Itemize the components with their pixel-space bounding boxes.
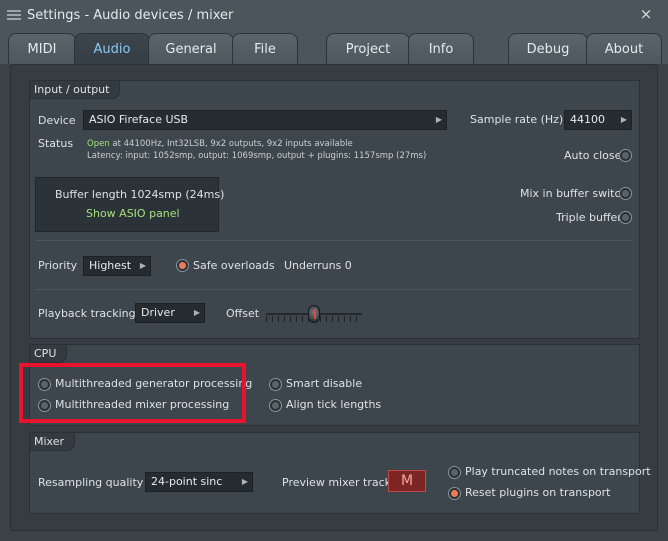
triple-buffer-label: Triple buffer xyxy=(556,211,622,224)
safe-overloads-label: Safe overloads xyxy=(193,259,275,272)
window-grip-icon xyxy=(7,8,21,22)
auto-close-label: Auto close xyxy=(564,149,622,162)
tab-audio[interactable]: Audio xyxy=(74,33,150,65)
play-truncated-notes-toggle[interactable] xyxy=(448,466,461,479)
status-open-text: Open xyxy=(87,139,110,149)
sample-rate-label: Sample rate (Hz) xyxy=(470,113,564,126)
resampling-quality-label: Resampling quality xyxy=(38,476,144,489)
close-icon[interactable]: × xyxy=(638,6,654,22)
title-bar: Settings - Audio devices / mixer × xyxy=(0,0,668,30)
show-asio-panel-link[interactable]: Show ASIO panel xyxy=(86,207,180,220)
smart-disable-label: Smart disable xyxy=(286,377,363,390)
align-tick-lengths-label: Align tick lengths xyxy=(286,398,382,411)
dropdown-arrow-icon: ▶ xyxy=(241,477,248,486)
resampling-quality-dropdown[interactable]: 24-point sinc ▶ xyxy=(145,472,253,492)
playback-tracking-label: Playback tracking xyxy=(38,307,136,320)
window-title: Settings - Audio devices / mixer xyxy=(27,7,234,23)
preview-mixer-track-label: Preview mixer track xyxy=(282,476,392,489)
dropdown-arrow-icon: ▶ xyxy=(435,115,442,124)
sample-rate-value: 44100 xyxy=(570,113,605,126)
priority-dropdown[interactable]: Highest ▶ xyxy=(83,256,151,276)
triple-buffer-toggle[interactable] xyxy=(619,211,632,224)
mix-in-buffer-switch-toggle[interactable] xyxy=(619,187,632,200)
status-line-2: Latency: input: 1052smp, output: 1069smp… xyxy=(87,151,427,161)
input-output-title: Input / output xyxy=(30,81,121,99)
priority-label: Priority xyxy=(38,259,78,272)
status-line-1: Open at 44100Hz, Int32LSB, 9x2 outputs, … xyxy=(87,139,353,149)
section-divider xyxy=(36,289,632,290)
tab-midi[interactable]: MIDI xyxy=(8,33,76,64)
device-label: Device xyxy=(38,114,76,127)
settings-panel: Input / output Device ASIO Fireface USB … xyxy=(10,64,658,531)
tab-strip: MIDI Audio General File Project Info Deb… xyxy=(0,30,668,65)
resampling-quality-value: 24-point sinc xyxy=(151,475,223,488)
device-dropdown[interactable]: ASIO Fireface USB ▶ xyxy=(83,110,447,130)
sample-rate-dropdown[interactable]: 44100 ▶ xyxy=(564,110,632,130)
cpu-title: CPU xyxy=(30,345,68,363)
playback-tracking-dropdown[interactable]: Driver ▶ xyxy=(135,303,205,323)
auto-close-toggle[interactable] xyxy=(619,149,632,162)
tab-general[interactable]: General xyxy=(148,33,234,64)
tab-project[interactable]: Project xyxy=(326,33,410,64)
reset-plugins-toggle[interactable] xyxy=(448,487,461,500)
mixer-title: Mixer xyxy=(30,433,76,451)
preview-mixer-track-button[interactable]: M xyxy=(388,470,426,492)
highlight-box xyxy=(19,363,246,423)
dropdown-arrow-icon: ▶ xyxy=(139,261,146,270)
tab-info[interactable]: Info xyxy=(408,33,474,64)
smart-disable-toggle[interactable] xyxy=(269,378,282,391)
mix-in-buffer-switch-label: Mix in buffer switch xyxy=(520,187,628,200)
tab-file[interactable]: File xyxy=(232,33,298,64)
mixer-section: Mixer Resampling quality 24-point sinc ▶… xyxy=(29,432,651,514)
dropdown-arrow-icon: ▶ xyxy=(620,115,627,124)
offset-label: Offset xyxy=(226,307,260,320)
safe-overloads-toggle[interactable] xyxy=(176,259,189,272)
reset-plugins-label: Reset plugins on transport xyxy=(465,486,611,499)
align-tick-lengths-toggle[interactable] xyxy=(269,399,282,412)
playback-tracking-value: Driver xyxy=(141,306,175,319)
device-value: ASIO Fireface USB xyxy=(89,113,189,126)
underruns-label: Underruns 0 xyxy=(284,259,352,272)
status-label: Status xyxy=(38,137,74,150)
offset-slider-knob[interactable] xyxy=(308,305,320,323)
section-divider xyxy=(36,240,632,241)
tab-debug[interactable]: Debug xyxy=(508,33,588,64)
input-output-section: Input / output Device ASIO Fireface USB … xyxy=(29,80,640,339)
buffer-length-text: Buffer length 1024smp (24ms) xyxy=(55,188,225,201)
tab-about[interactable]: About xyxy=(586,33,662,64)
buffer-panel[interactable]: Buffer length 1024smp (24ms) Show ASIO p… xyxy=(35,177,224,232)
dropdown-arrow-icon: ▶ xyxy=(193,308,200,317)
play-truncated-notes-label: Play truncated notes on transport xyxy=(465,465,651,478)
status-details: at 44100Hz, Int32LSB, 9x2 outputs, 9x2 i… xyxy=(109,139,353,149)
priority-value: Highest xyxy=(89,259,132,272)
